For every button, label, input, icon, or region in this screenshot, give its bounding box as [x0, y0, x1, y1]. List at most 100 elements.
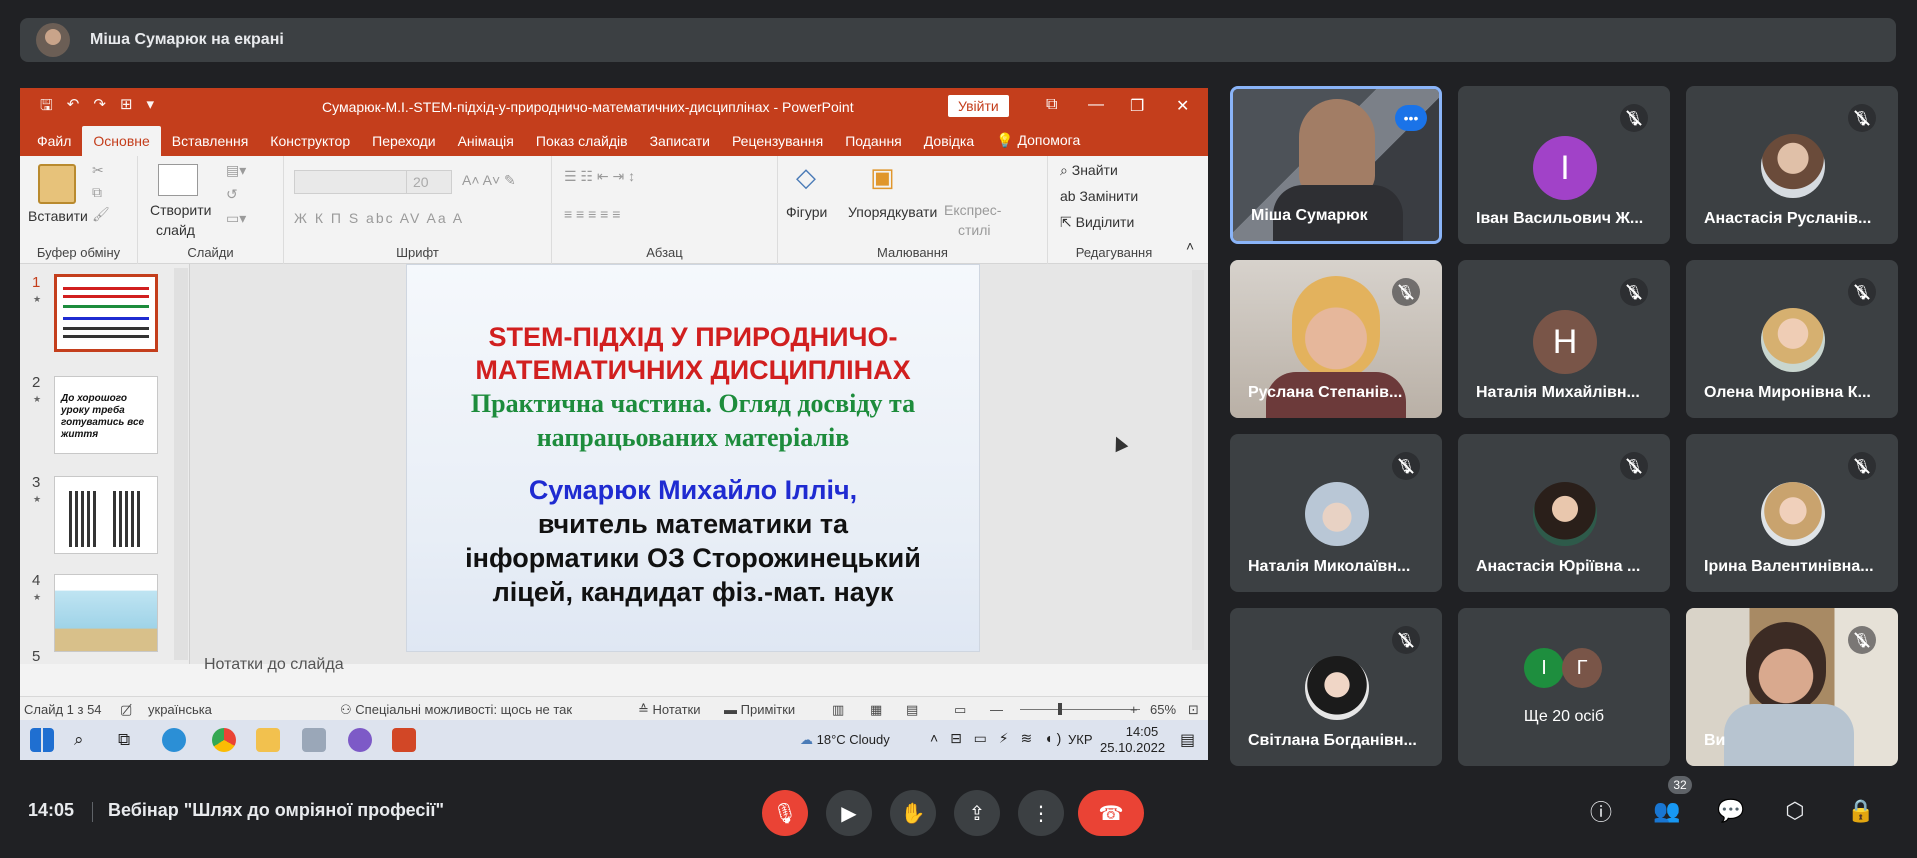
zoom-slider-handle[interactable] — [1058, 703, 1062, 715]
language-indicator[interactable]: українська — [148, 702, 212, 717]
copy-icon[interactable]: ⧉ — [92, 184, 102, 201]
tab-record[interactable]: Записати — [639, 133, 721, 156]
save-icon[interactable]: 🖫 — [40, 95, 53, 120]
slideshow-view-icon[interactable]: ▭ — [954, 702, 966, 718]
undo-icon[interactable]: ↶ — [67, 95, 80, 120]
zoom-in-icon[interactable]: + — [1130, 702, 1138, 717]
slide-thumb-1[interactable] — [54, 274, 158, 352]
end-call-button[interactable]: ☎ — [1078, 790, 1144, 836]
bullets-icon[interactable]: ☰ ☷ ⇤ ⇥ ↕ — [564, 168, 635, 185]
accessibility-status[interactable]: ⚇ Спеціальні можливості: щось не так — [340, 702, 572, 718]
chat-icon[interactable]: 💬 — [1716, 796, 1746, 826]
tab-insert[interactable]: Вставлення — [161, 133, 260, 156]
weather-widget[interactable]: ☁ 18°C Cloudy — [800, 732, 890, 748]
reading-view-icon[interactable]: ▤ — [906, 702, 918, 718]
zoom-out-icon[interactable]: — — [990, 702, 1003, 717]
powerpoint-icon[interactable] — [392, 728, 416, 752]
normal-view-icon[interactable]: ▥ — [832, 702, 844, 718]
clock-time[interactable]: 14:05 — [1112, 724, 1172, 739]
zoom-slider[interactable] — [1020, 709, 1140, 710]
section-icon[interactable]: ▭▾ — [226, 210, 246, 227]
cut-icon[interactable]: ✂ — [92, 162, 104, 179]
tab-slideshow[interactable]: Показ слайдів — [525, 133, 639, 156]
participant-tile[interactable]: 🎙 Ірина Валентинівна... — [1686, 434, 1898, 592]
shapes-button[interactable]: Фігури — [786, 204, 827, 220]
current-slide[interactable]: STEM-ПІДХІД У ПРИРОДНИЧО- МАТЕМАТИЧНИХ Д… — [406, 264, 980, 652]
meeting-info-icon[interactable]: ⓘ — [1586, 796, 1616, 826]
camera-toggle-button[interactable]: ▶ — [826, 790, 872, 836]
file-explorer-icon[interactable] — [256, 728, 280, 752]
present-icon[interactable]: ⊞ — [120, 95, 133, 120]
select-button[interactable]: ⇱ Виділити — [1060, 214, 1134, 231]
participant-tile[interactable]: 🎙 Наталія Миколаївн... — [1230, 434, 1442, 592]
zoom-level[interactable]: 65% — [1150, 702, 1176, 717]
more-options-icon[interactable]: ••• — [1395, 105, 1427, 131]
people-icon[interactable]: 👥 — [1652, 796, 1682, 826]
participant-tile-more[interactable]: І Г Ще 20 осіб — [1458, 608, 1670, 766]
participant-tile[interactable]: 🎙 Анастасія Русланів... — [1686, 86, 1898, 244]
mic-toggle-button[interactable]: 🎙 — [762, 790, 808, 836]
customize-icon[interactable]: ▾ — [147, 95, 155, 120]
align-icons[interactable]: ≡ ≡ ≡ ≡ ≡ — [564, 206, 620, 222]
reset-icon[interactable]: ↺ — [226, 186, 238, 203]
redo-icon[interactable]: ↷ — [93, 95, 106, 120]
tray-icons[interactable]: ˄ ⊟ ▭ ⚡ ≋ ◖) — [930, 730, 1065, 747]
tab-transitions[interactable]: Переходи — [361, 133, 446, 156]
participant-tile[interactable]: 🎙 Світлана Богданівн... — [1230, 608, 1442, 766]
participant-tile[interactable]: 🎙 Олена Миронівна К... — [1686, 260, 1898, 418]
chrome-icon[interactable] — [212, 728, 236, 752]
clock-date[interactable]: 25.10.2022 — [1100, 740, 1165, 755]
tab-animations[interactable]: Анімація — [447, 133, 525, 156]
slide-thumb-3[interactable] — [54, 476, 158, 554]
new-slide-button-2[interactable]: слайд — [156, 222, 195, 238]
paste-button[interactable]: Вставити — [28, 208, 88, 224]
raise-hand-button[interactable]: ✋ — [890, 790, 936, 836]
format-painter-icon[interactable]: 🖌 — [92, 206, 110, 223]
fit-slide-icon[interactable]: ⊡ — [1188, 702, 1199, 718]
quick-styles-button-2[interactable]: стилі — [958, 222, 991, 238]
find-button[interactable]: ⌕ Знайти — [1060, 162, 1118, 179]
arrange-icon[interactable]: ▣ — [870, 162, 895, 193]
tab-help[interactable]: Довідка — [913, 133, 985, 156]
paint-icon[interactable] — [302, 728, 326, 752]
edge-icon[interactable] — [162, 728, 186, 752]
participant-tile[interactable]: 🎙 І Іван Васильович Ж... — [1458, 86, 1670, 244]
thumbs-scrollbar[interactable] — [174, 268, 188, 660]
replace-button[interactable]: ab Замінити — [1060, 188, 1138, 204]
paste-icon[interactable] — [38, 164, 76, 204]
viber-icon[interactable] — [348, 728, 372, 752]
notes-placeholder[interactable]: Нотатки до слайда — [204, 656, 344, 674]
host-controls-icon[interactable]: 🔒 — [1846, 796, 1876, 826]
task-view-icon[interactable]: ⧉ — [118, 730, 130, 750]
slide-thumb-2[interactable]: До хорошого уроку треба готуватись все ж… — [54, 376, 158, 454]
font-grow-icon[interactable]: A˄ A˅ ✎ — [462, 172, 516, 189]
arrange-button[interactable]: Упорядкувати — [848, 204, 937, 220]
activities-icon[interactable]: ⬡ — [1780, 796, 1810, 826]
more-options-button[interactable]: ⋮ — [1018, 790, 1064, 836]
participant-tile-self[interactable]: 🎙 Ви — [1686, 608, 1898, 766]
windows-start-icon[interactable] — [30, 728, 54, 752]
signin-button[interactable]: Увійти — [948, 95, 1009, 117]
font-format-buttons[interactable]: Ж К П S abc AV Aa A — [294, 210, 464, 226]
restore-icon[interactable]: ❐ — [1130, 96, 1144, 116]
shapes-icon[interactable]: ◇ — [796, 162, 816, 193]
notifications-icon[interactable]: ▤ — [1180, 730, 1195, 750]
new-slide-button[interactable]: Створити — [150, 202, 211, 218]
close-icon[interactable]: ✕ — [1176, 96, 1189, 116]
collapse-ribbon-icon[interactable]: ˄ — [1186, 238, 1194, 254]
notes-toggle[interactable]: ≙ Нотатки — [638, 702, 701, 718]
slide-scrollbar[interactable] — [1192, 270, 1204, 650]
participant-tile[interactable]: 🎙 Руслана Степанів... — [1230, 260, 1442, 418]
tab-view[interactable]: Подання — [834, 133, 913, 156]
tab-review[interactable]: Рецензування — [721, 133, 834, 156]
comments-toggle[interactable]: ▬ Примітки — [724, 702, 795, 717]
layout-icon[interactable]: ▤▾ — [226, 162, 246, 179]
font-size-input[interactable]: 20 — [406, 170, 452, 194]
spellcheck-icon[interactable]: ▢̸ — [120, 702, 132, 718]
tab-file[interactable]: Файл — [26, 133, 82, 156]
participant-tile[interactable]: 🎙 Н Наталія Михайлівн... — [1458, 260, 1670, 418]
tab-assist[interactable]: 💡 Допомога — [985, 132, 1091, 156]
keyboard-language[interactable]: УКР — [1068, 732, 1093, 747]
minimize-icon[interactable]: — — [1088, 96, 1104, 114]
slide-thumb-4[interactable] — [54, 574, 158, 652]
